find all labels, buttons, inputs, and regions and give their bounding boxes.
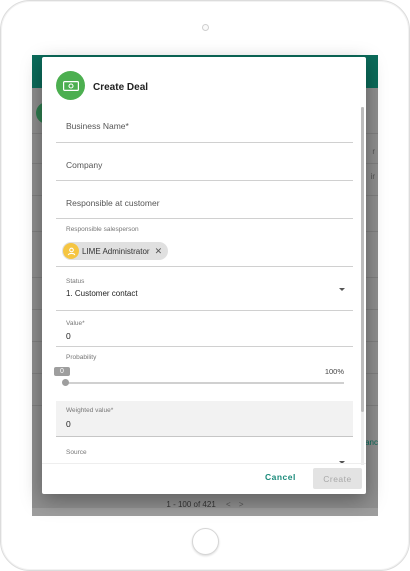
background-link-fragment[interactable]: anc [365,438,378,447]
scrollbar-thumb[interactable] [361,107,364,412]
responsible-at-customer-placeholder: Responsible at customer [66,198,160,208]
source-select[interactable]: Source [56,437,353,463]
business-name-field[interactable]: Business Name* [56,107,353,143]
weighted-value-field: Weighted value* 0 [56,401,353,437]
home-button[interactable] [192,528,219,555]
company-field[interactable]: Company [56,143,353,181]
weighted-value-label: Weighted value* [66,407,114,414]
status-label: Status [66,278,85,285]
chip-remove-icon[interactable]: ✕ [155,246,163,257]
dialog-body: Business Name* Company Responsible at cu… [42,107,366,463]
pagination-next-button[interactable]: > [239,500,244,509]
probability-slider-thumb[interactable] [62,379,69,386]
user-avatar-icon [63,243,79,259]
source-label: Source [66,449,87,456]
status-value: 1. Customer contact [66,289,138,298]
company-placeholder: Company [66,160,103,170]
value-input: 0 [66,331,71,341]
chevron-down-icon [339,288,345,291]
status-select[interactable]: Status 1. Customer contact [56,267,353,311]
probability-max-label: 100% [324,367,344,376]
camera-dot [202,24,209,31]
dialog-scrollbar[interactable] [361,107,364,465]
probability-slider-track[interactable] [66,382,344,384]
background-right-text: ir [370,172,375,181]
salesperson-chip-label: LIME Administrator [82,246,150,256]
cancel-button[interactable]: Cancel [265,472,296,482]
pagination-text: 1 - 100 of 421 [166,500,216,509]
pagination-prev-button[interactable]: < [226,500,231,509]
weighted-value-value: 0 [66,419,71,429]
business-name-placeholder: Business Name* [66,121,129,131]
dialog-footer: Cancel Create [42,463,366,494]
probability-field: Probability [56,347,353,401]
responsible-at-customer-field[interactable]: Responsible at customer [56,181,353,219]
probability-label: Probability [66,354,97,361]
money-icon [56,71,85,100]
salesperson-chip[interactable]: LIME Administrator ✕ [62,242,169,260]
value-label: Value* [66,320,85,327]
dialog-title: Create Deal [93,82,149,93]
create-button[interactable]: Create [313,468,362,489]
pagination: 1 - 100 of 421 < > [32,500,378,509]
create-deal-dialog: Create Deal Business Name* Company Respo… [42,57,366,494]
value-field[interactable]: Value* 0 [56,311,353,347]
background-right-text: r [372,147,375,156]
responsible-salesperson-label: Responsible salesperson [66,226,139,233]
probability-value-badge: 0 [54,367,70,376]
